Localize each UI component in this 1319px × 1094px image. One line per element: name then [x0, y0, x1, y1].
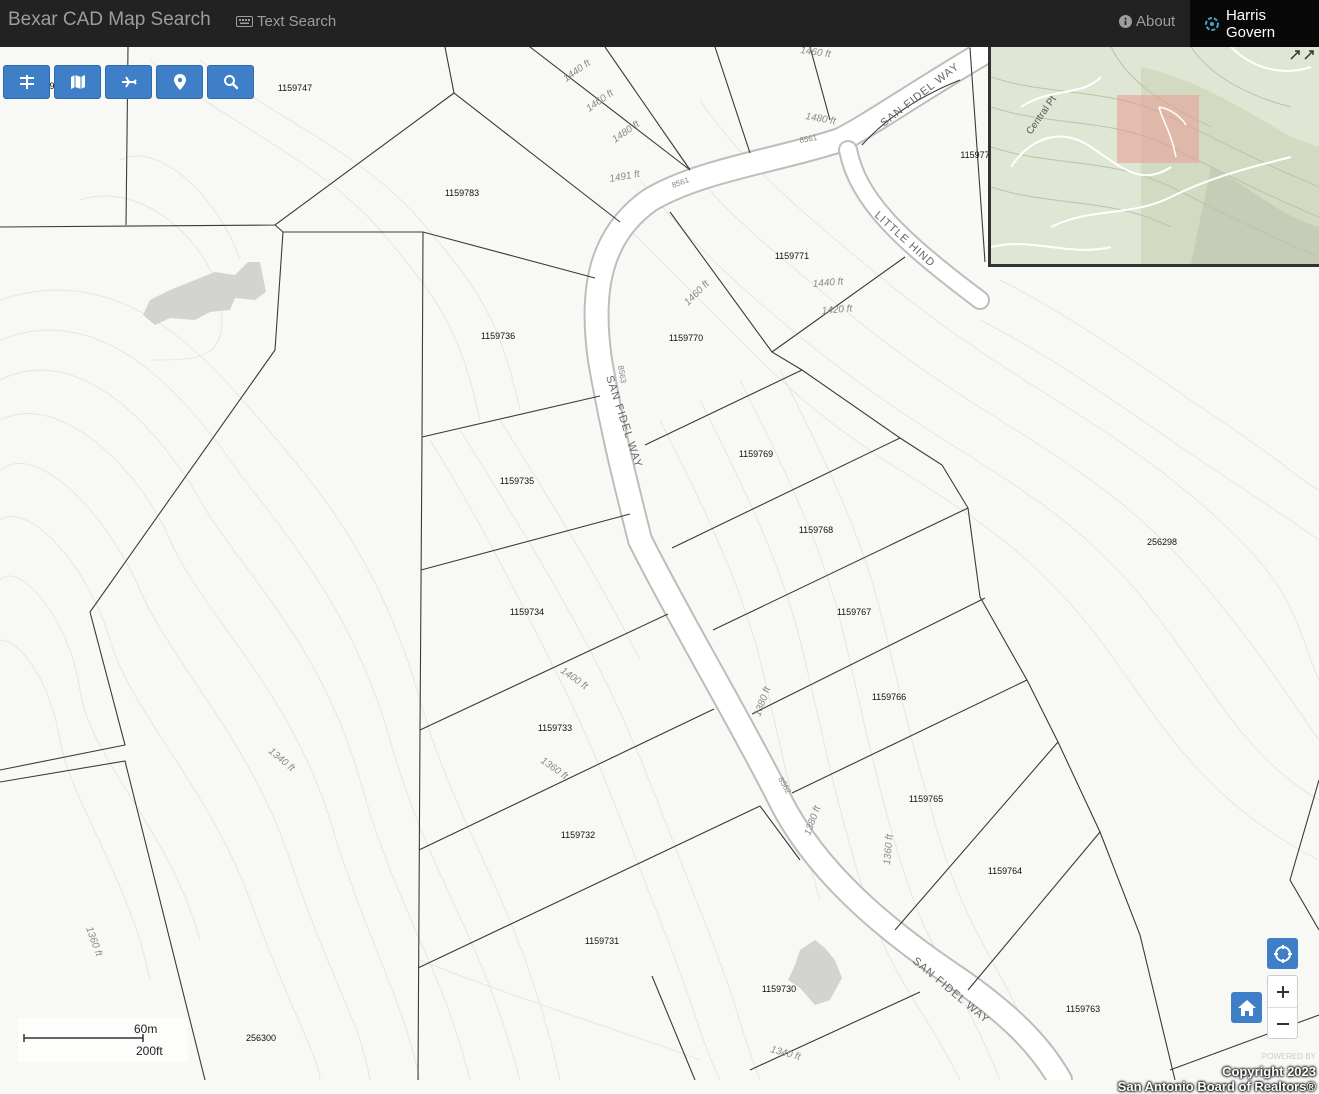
scale-imperial: 200ft — [136, 1044, 163, 1058]
home-icon — [1237, 999, 1256, 1016]
parcel-id: 1159765 — [909, 794, 943, 804]
expand-arrows-icon[interactable] — [1289, 47, 1317, 61]
parcel-id: 115977 — [960, 150, 989, 160]
parcel-id: 1159783 — [445, 188, 479, 198]
parcel-id: 256298 — [1147, 537, 1177, 547]
layers-icon — [19, 75, 34, 89]
parcel-id: 1159736 — [481, 331, 515, 341]
powered-by: POWERED BY — [1261, 1052, 1316, 1061]
parcel-id: 1159731 — [585, 936, 619, 946]
home-button[interactable] — [1231, 992, 1262, 1023]
keyboard-icon — [236, 16, 253, 27]
zoom-in-button[interactable] — [1268, 976, 1297, 1007]
parcel-id: 1159730 — [762, 984, 796, 994]
parcel-id: 1159733 — [538, 723, 572, 733]
parcel-id: 1159735 — [500, 476, 534, 486]
marker-button[interactable] — [156, 65, 203, 99]
parcel-id: 1159767 — [837, 607, 871, 617]
parcel-id: 1159734 — [510, 607, 544, 617]
map-toolbar — [3, 65, 254, 99]
overview-extent-box — [1117, 95, 1199, 163]
map-pin-icon — [173, 74, 186, 90]
text-search-link[interactable]: Text Search — [236, 13, 336, 30]
copyright: POWERED BY Copyright 2023 San Antonio Bo… — [1118, 1049, 1316, 1094]
basemap-button[interactable] — [54, 65, 101, 99]
account-logo-icon — [1204, 16, 1219, 31]
brand-title[interactable]: Bexar CAD Map Search — [8, 9, 211, 31]
about-label: About — [1136, 13, 1176, 30]
navbar: Bexar CAD Map Search Text Search About H… — [0, 0, 1319, 47]
about-link[interactable]: About — [1119, 13, 1175, 30]
account-label: Harris Govern — [1225, 6, 1276, 41]
scale-bar: 60m 200ft — [18, 1018, 188, 1062]
airplane-icon — [121, 76, 137, 88]
parcel-id: 1159747 — [278, 83, 312, 93]
locate-button[interactable] — [1267, 938, 1298, 969]
parcel-id: 1159764 — [988, 866, 1022, 876]
copyright-line1: Copyright 2023 — [1222, 1064, 1316, 1079]
parcel-id: 1159732 — [561, 830, 595, 840]
zoom-controls — [1267, 975, 1298, 1039]
aerial-button[interactable] — [105, 65, 152, 99]
copyright-line2: San Antonio Board of Realtors® — [1117, 1079, 1316, 1094]
overview-map[interactable]: Central Pt — [988, 47, 1319, 267]
parcel-id: 1159768 — [799, 525, 833, 535]
layers-button[interactable] — [3, 65, 50, 99]
minus-icon — [1276, 1022, 1289, 1025]
search-icon — [223, 75, 238, 90]
scale-metric: 60m — [134, 1022, 158, 1036]
parcel-id: 1159766 — [872, 692, 906, 702]
zoom-out-button[interactable] — [1268, 1008, 1297, 1039]
parcel-id: 1159770 — [669, 333, 703, 343]
parcel-id: 256300 — [246, 1033, 276, 1043]
search-button[interactable] — [207, 65, 254, 99]
map-icon — [70, 75, 85, 89]
parcel-id: 1159771 — [775, 251, 809, 261]
parcel-id: 1159763 — [1066, 1004, 1100, 1014]
info-icon — [1119, 15, 1132, 28]
overview-terrain: Central Pt — [991, 47, 1319, 264]
account-menu[interactable]: Harris Govern — [1190, 0, 1319, 47]
text-search-label: Text Search — [257, 13, 337, 30]
crosshair-icon — [1273, 944, 1292, 963]
parcel-id: 1159769 — [739, 449, 773, 459]
plus-icon — [1276, 985, 1289, 998]
